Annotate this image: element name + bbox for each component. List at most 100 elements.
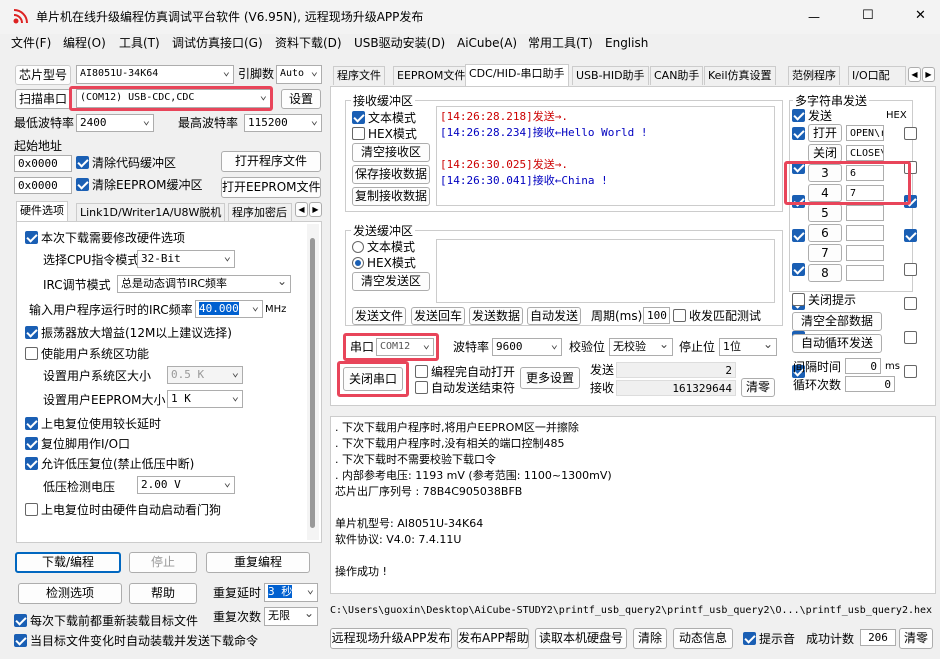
row-send-button[interactable]: 8: [808, 264, 842, 282]
minimize-button[interactable]: —: [808, 9, 820, 25]
por-delay-checkbox[interactable]: 上电复位使用较长延时: [25, 416, 161, 432]
clear-all-data-button[interactable]: 清空全部数据: [792, 312, 882, 331]
wdt-checkbox[interactable]: 上电复位时由硬件自动启动看门狗: [25, 502, 221, 518]
help-button[interactable]: 帮助: [129, 583, 197, 604]
options-scrollbar[interactable]: [307, 224, 319, 540]
send-textarea[interactable]: [436, 239, 775, 303]
auto-open-checkbox[interactable]: 编程完自动打开: [415, 364, 515, 380]
tab-examples[interactable]: 范例程序: [788, 66, 840, 85]
publish-help-button[interactable]: 发布APP帮助: [457, 628, 529, 649]
copy-receive-button[interactable]: 复制接收数据: [352, 187, 430, 206]
read-disk-button[interactable]: 读取本机硬盘号: [535, 628, 627, 649]
row-send-checkbox[interactable]: [792, 127, 805, 140]
more-settings-button[interactable]: 更多设置: [520, 367, 580, 389]
recv-text-mode-checkbox[interactable]: 文本模式: [352, 110, 416, 126]
open-program-file-button[interactable]: 打开程序文件: [221, 151, 321, 172]
save-receive-button[interactable]: 保存接收数据: [352, 165, 430, 184]
row-hex-checkbox[interactable]: [904, 331, 917, 344]
tab-keil[interactable]: Keil仿真设置: [704, 66, 776, 85]
row-hex-checkbox[interactable]: [904, 297, 917, 310]
row-string-input[interactable]: [846, 205, 884, 221]
row-hex-checkbox[interactable]: [904, 263, 917, 276]
repeat-count-select[interactable]: 无限: [264, 607, 318, 626]
eeprom-size-select[interactable]: 1 K: [167, 390, 243, 408]
reload-each-checkbox[interactable]: 每次下载前都重新装载目标文件: [14, 613, 198, 629]
pin-count-select[interactable]: Auto: [276, 65, 322, 84]
open-eeprom-file-button[interactable]: 打开EEPROM文件: [221, 177, 321, 198]
close-port-button[interactable]: 关闭串口: [343, 367, 403, 391]
publish-app-button[interactable]: 远程现场升级APP发布: [330, 628, 452, 649]
send-return-button[interactable]: 发送回车: [411, 307, 465, 325]
loop-count-input[interactable]: 0: [845, 376, 895, 392]
row-string-input[interactable]: [846, 245, 884, 261]
maximize-button[interactable]: ☐: [862, 8, 874, 24]
irc-mode-select[interactable]: 总是动态调节IRC频率: [117, 275, 291, 293]
irc-freq-select[interactable]: 40.000: [195, 300, 263, 318]
clear-code-checkbox[interactable]: 清除代码缓冲区: [76, 155, 176, 171]
chip-model-select[interactable]: AI8051U-34K64: [76, 65, 234, 84]
osc-gain-checkbox[interactable]: 振荡器放大增益(12M以上建议选择): [25, 325, 232, 341]
code-address-input[interactable]: 0x0000: [14, 155, 72, 172]
row-send-button[interactable]: 7: [808, 244, 842, 262]
interval-input[interactable]: 0: [845, 358, 881, 374]
clear-log-button[interactable]: 清除: [633, 628, 667, 649]
tab-program-file[interactable]: 程序文件: [333, 66, 385, 85]
row-send-checkbox[interactable]: [792, 229, 805, 242]
menu-english[interactable]: English: [605, 35, 648, 51]
menu-aicube[interactable]: AiCube(A): [457, 35, 517, 51]
reset-success-button[interactable]: 清零: [899, 628, 933, 649]
scan-port-button[interactable]: 扫描串口: [15, 89, 71, 109]
row-string-input[interactable]: [846, 225, 884, 241]
baud-select[interactable]: 9600: [492, 338, 562, 356]
scrollbar-thumb[interactable]: [310, 238, 315, 528]
right-tab-scroll-left[interactable]: ◀: [908, 67, 921, 82]
send-data-button[interactable]: 发送数据: [469, 307, 523, 325]
send-file-button[interactable]: 发送文件: [352, 307, 406, 325]
row-send-button[interactable]: 5: [808, 204, 842, 222]
reprogram-button[interactable]: 重复编程: [206, 552, 310, 573]
recv-hex-mode-checkbox[interactable]: HEX模式: [352, 126, 417, 142]
tab-offline[interactable]: Link1D/Writer1A/U8W脱机: [76, 203, 226, 221]
period-input[interactable]: 100: [643, 307, 670, 324]
menu-file[interactable]: 文件(F): [11, 35, 51, 51]
max-baud-select[interactable]: 115200: [244, 114, 322, 132]
row-hex-checkbox[interactable]: [904, 127, 917, 140]
tab-can[interactable]: CAN助手: [650, 66, 704, 85]
row-hex-checkbox[interactable]: [904, 365, 917, 378]
row-send-checkbox[interactable]: [792, 263, 805, 276]
min-baud-select[interactable]: 2400: [76, 114, 154, 132]
repeat-delay-select[interactable]: 3 秒: [264, 583, 318, 602]
serial-port-select[interactable]: COM12: [376, 338, 434, 356]
reset-io-checkbox[interactable]: 复位脚用作I/O口: [25, 436, 130, 452]
tab-usb-hid[interactable]: USB-HID助手: [572, 66, 649, 85]
lvd-select[interactable]: 2.00 V: [137, 476, 235, 494]
parity-select[interactable]: 无校验: [609, 338, 673, 356]
menu-program[interactable]: 编程(O): [63, 35, 106, 51]
menu-download[interactable]: 资料下载(D): [275, 35, 342, 51]
sysram-checkbox[interactable]: 使能用户系统区功能: [25, 346, 149, 362]
menu-debug[interactable]: 调试仿真接口(G): [172, 35, 263, 51]
send-text-mode-radio[interactable]: 文本模式: [352, 239, 415, 255]
clear-send-button[interactable]: 清空发送区: [352, 272, 430, 291]
row-send-button[interactable]: 打开: [808, 124, 842, 142]
auto-loop-send-button[interactable]: 自动循环发送: [792, 334, 882, 353]
beep-checkbox[interactable]: 提示音: [743, 631, 795, 647]
dynamic-info-button[interactable]: 动态信息: [673, 628, 733, 649]
settings-button[interactable]: 设置: [281, 89, 321, 109]
clear-eeprom-checkbox[interactable]: 清除EEPROM缓冲区: [76, 177, 203, 193]
eeprom-address-input[interactable]: 0x0000: [14, 177, 72, 194]
modify-hw-checkbox[interactable]: 本次下载需要修改硬件选项: [25, 230, 185, 246]
tab-cdc-serial[interactable]: CDC/HID-串口助手: [465, 64, 569, 86]
row-hex-checkbox[interactable]: [904, 229, 917, 242]
tab-hardware-options[interactable]: 硬件选项: [16, 201, 68, 221]
send-hex-mode-radio[interactable]: HEX模式: [352, 255, 416, 271]
download-program-button[interactable]: 下载/编程: [15, 552, 121, 573]
tab-encryption[interactable]: 程序加密后: [228, 203, 292, 221]
stopbit-select[interactable]: 1位: [719, 338, 777, 356]
multi-send-checkbox[interactable]: 发送: [792, 108, 832, 124]
clear-receive-button[interactable]: 清空接收区: [352, 143, 430, 162]
row-string-input[interactable]: [846, 265, 884, 281]
close-hint-checkbox[interactable]: 关闭提示: [792, 292, 856, 308]
tab-eeprom-file[interactable]: EEPROM文件: [393, 66, 470, 85]
right-tab-scroll-right[interactable]: ▶: [922, 67, 935, 82]
